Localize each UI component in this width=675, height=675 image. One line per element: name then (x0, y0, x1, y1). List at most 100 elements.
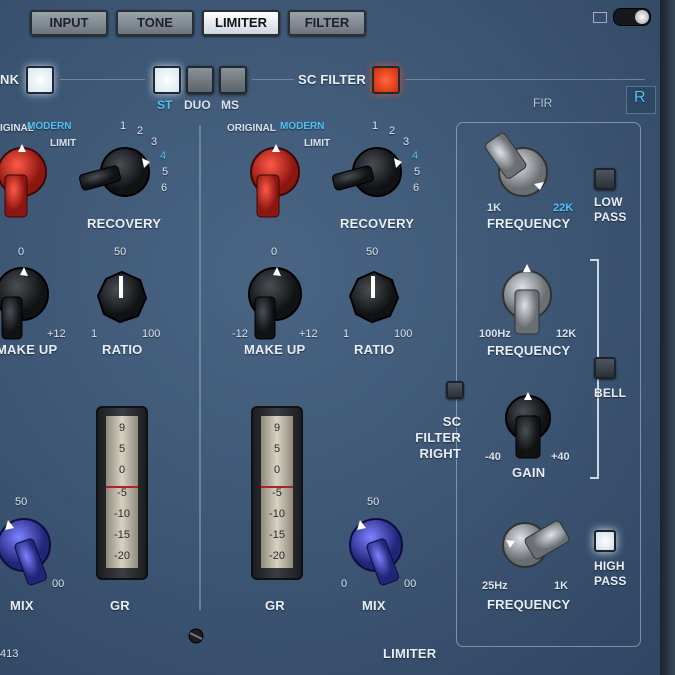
gr-label: GR (110, 598, 130, 613)
section-title: LIMITER (383, 646, 437, 661)
recovery-knob[interactable] (79, 147, 150, 197)
bell-gain-knob[interactable] (505, 392, 551, 459)
meter-scale-neg5: -5 (272, 487, 282, 499)
mix-top-label: 50 (15, 496, 28, 508)
mix-min-label: 0 (341, 578, 348, 590)
limit-label: LIMIT (304, 138, 331, 149)
limit-mode-knob[interactable] (0, 144, 47, 218)
original-label: ORIGINAL (227, 123, 276, 134)
modern-label: MODERN (27, 121, 72, 132)
highpass-frequency-label: FREQUENCY (487, 597, 571, 612)
ratio-top-label: 50 (366, 246, 379, 258)
meter-scale-9: 9 (118, 422, 126, 434)
mix-max-label: 00 (52, 578, 65, 590)
mix-knob[interactable] (0, 518, 51, 586)
sc-filter-right-label-3: RIGHT (419, 446, 461, 461)
bell-frequency-knob[interactable] (502, 264, 552, 335)
ratio-min-label: 1 (91, 328, 98, 340)
low-pass-label-2: PASS (594, 210, 627, 224)
meter-scale-5: 5 (118, 443, 126, 455)
makeup-top-label: 0 (18, 246, 25, 258)
meter-scale-5: 5 (273, 443, 281, 455)
gain-reduction-meter: 9 5 0 -5 -10 -15 -20 (251, 406, 303, 580)
low-pass-button[interactable] (594, 168, 616, 190)
sc-filter-right-label-2: FILTER (415, 430, 461, 445)
makeup-label: MAKE UP (244, 342, 306, 357)
gain-label: GAIN (512, 465, 546, 480)
meter-scale-9: 9 (273, 422, 281, 434)
makeup-max-label: +12 (47, 328, 66, 340)
meter-scale-neg10: -10 (114, 508, 130, 520)
highpass-frequency-knob[interactable] (502, 520, 570, 568)
recovery-scale-4: 4 (412, 150, 419, 162)
recovery-scale-6: 6 (161, 182, 168, 194)
highpass-max-label: 1K (554, 580, 569, 592)
limiter-panel: INPUT TONE LIMITER FILTER NK ST DUO MS S… (0, 0, 675, 675)
lowpass-frequency-label: FREQUENCY (487, 216, 571, 231)
makeup-knob[interactable] (248, 267, 302, 340)
makeup-knob[interactable] (0, 267, 49, 340)
gain-max-label: +40 (551, 451, 570, 463)
makeup-max-label: +12 (299, 328, 318, 340)
lowpass-max-label: 22K (553, 202, 574, 214)
high-pass-label-1: HIGH (594, 559, 625, 573)
recovery-scale-2: 2 (389, 125, 396, 137)
mix-label: MIX (10, 598, 34, 613)
ratio-knob[interactable] (348, 270, 400, 324)
meter-scale-neg15: -15 (114, 529, 130, 541)
recovery-label: RECOVERY (87, 216, 162, 231)
recovery-scale-4: 4 (160, 150, 167, 162)
recovery-knob[interactable] (332, 147, 402, 197)
modern-label: MODERN (280, 121, 325, 132)
sc-filter-right-label-1: SC (442, 414, 462, 429)
meter-scale-0: 0 (273, 464, 281, 476)
mix-label: MIX (362, 598, 386, 613)
recovery-scale-2: 2 (137, 125, 144, 137)
mix-knob[interactable] (349, 518, 403, 586)
recovery-scale-1: 1 (372, 120, 379, 132)
low-pass-label-1: LOW (594, 195, 623, 209)
highpass-min-label: 25Hz (482, 580, 508, 592)
gain-reduction-meter: 9 5 0 -5 -10 -15 -20 (96, 406, 148, 580)
makeup-label: MAKE UP (0, 342, 58, 357)
limit-label: LIMIT (50, 138, 77, 149)
ratio-label: RATIO (354, 342, 395, 357)
panel-screw (188, 628, 204, 644)
makeup-min-label: -12 (232, 328, 248, 340)
high-pass-label-2: PASS (594, 574, 627, 588)
recovery-scale-1: 1 (120, 120, 127, 132)
gain-min-label: -40 (485, 451, 501, 463)
ratio-max-label: 100 (142, 328, 161, 340)
recovery-scale-5: 5 (162, 166, 169, 178)
sc-filter-right-button[interactable] (446, 381, 464, 399)
meter-scale-neg10: -10 (269, 508, 285, 520)
ratio-min-label: 1 (343, 328, 350, 340)
recovery-scale-6: 6 (413, 182, 420, 194)
bell-frequency-max-label: 12K (556, 328, 577, 340)
ratio-max-label: 100 (394, 328, 413, 340)
meter-scale-0: 0 (118, 464, 126, 476)
bell-frequency-min-label: 100Hz (479, 328, 511, 340)
meter-scale-neg5: -5 (117, 487, 127, 499)
bell-label: BELL (594, 386, 627, 400)
ratio-label: RATIO (102, 342, 143, 357)
recovery-label: RECOVERY (340, 216, 415, 231)
bell-frequency-label: FREQUENCY (487, 343, 571, 358)
recovery-scale-3: 3 (151, 136, 158, 148)
model-label: 413 (0, 648, 19, 660)
high-pass-button[interactable] (594, 530, 616, 552)
ratio-top-label: 50 (114, 246, 127, 258)
recovery-scale-3: 3 (403, 136, 410, 148)
ratio-knob[interactable] (96, 270, 148, 324)
mix-max-label: 00 (404, 578, 417, 590)
lowpass-frequency-knob[interactable] (484, 132, 548, 197)
lowpass-min-label: 1K (487, 202, 502, 214)
mix-top-label: 50 (367, 496, 380, 508)
recovery-scale-5: 5 (414, 166, 421, 178)
limit-mode-knob[interactable] (250, 144, 300, 218)
meter-scale-neg20: -20 (269, 550, 285, 562)
gr-label: GR (265, 598, 285, 613)
bell-button[interactable] (594, 357, 616, 379)
makeup-top-label: 0 (271, 246, 278, 258)
meter-scale-neg20: -20 (114, 550, 130, 562)
